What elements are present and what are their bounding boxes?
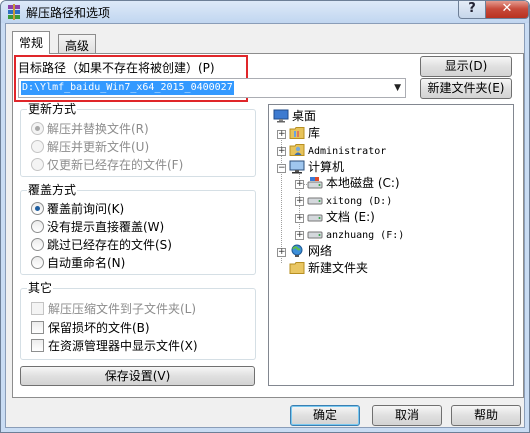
- expand-icon[interactable]: +: [277, 248, 286, 257]
- misc-title: 其它: [27, 281, 54, 295]
- misc-option-keep-broken-label: 保留损坏的文件(B): [48, 321, 150, 335]
- destination-path-value[interactable]: D:\Ylmf_baidu_Win7_x64_2015_0400027: [21, 81, 234, 95]
- update-mode-title: 更新方式: [27, 102, 78, 116]
- drive-icon: [307, 210, 323, 224]
- tree-node-administrator[interactable]: Administrator: [289, 142, 386, 159]
- expand-icon[interactable]: +: [295, 231, 304, 240]
- folder-icon: [289, 261, 305, 275]
- radio-icon[interactable]: [31, 158, 44, 171]
- tree-node-administrator-label: Administrator: [308, 146, 387, 157]
- tab-advanced[interactable]: 高级: [58, 34, 97, 54]
- tree-node-library[interactable]: 库: [289, 125, 320, 142]
- checkbox-icon[interactable]: [31, 321, 44, 334]
- close-button[interactable]: ✕: [485, 1, 529, 19]
- update-option-replace[interactable]: 解压并替换文件(R): [31, 121, 149, 137]
- overwrite-option-overwrite-label: 没有提示直接覆盖(W): [47, 220, 165, 234]
- misc-group: 其它 解压压缩文件到子文件夹(L) 保留损坏的文件(B) 在资源管理器中显示文件…: [20, 281, 256, 360]
- radio-icon[interactable]: [31, 220, 44, 233]
- question-icon: ?: [468, 1, 476, 16]
- tree-node-new-folder-label: 新建文件夹: [308, 261, 369, 275]
- tree-node-new-folder[interactable]: 新建文件夹: [289, 260, 368, 277]
- ok-button[interactable]: 确定: [290, 405, 360, 426]
- update-option-existing-label: 仅更新已经存在的文件(F): [47, 158, 184, 172]
- save-settings-button[interactable]: 保存设置(V): [20, 366, 255, 386]
- user-folder-icon: [289, 143, 305, 157]
- tree-node-drive-f-label: anzhuang (F:): [326, 230, 405, 241]
- expand-icon[interactable]: +: [277, 147, 286, 156]
- title-bar: 解压路径和选项 ? ✕: [1, 1, 529, 23]
- radio-icon[interactable]: [31, 256, 44, 269]
- misc-option-subfolder[interactable]: 解压压缩文件到子文件夹(L): [31, 301, 196, 317]
- checkbox-icon[interactable]: [31, 302, 44, 315]
- radio-icon[interactable]: [31, 140, 44, 153]
- overwrite-option-ask[interactable]: 覆盖前询问(K): [31, 201, 124, 217]
- tree-node-computer-label: 计算机: [308, 160, 345, 174]
- system-drive-icon: [307, 176, 323, 190]
- network-icon: [289, 244, 305, 258]
- tree-node-drive-d[interactable]: xitong (D:): [307, 192, 392, 209]
- close-icon: ✕: [501, 1, 513, 16]
- drive-icon: [307, 193, 323, 207]
- misc-option-subfolder-label: 解压压缩文件到子文件夹(L): [48, 302, 197, 316]
- update-option-replace-label: 解压并替换文件(R): [47, 122, 149, 136]
- destination-label: 目标路径（如果不存在将被创建）(P): [18, 61, 215, 75]
- overwrite-mode-title: 覆盖方式: [27, 183, 78, 197]
- tree-node-drive-e-label: 文档 (E:): [326, 210, 375, 224]
- drive-icon: [307, 227, 323, 241]
- show-button[interactable]: 显示(D): [420, 56, 512, 77]
- overwrite-option-rename[interactable]: 自动重命名(N): [31, 255, 125, 271]
- overwrite-mode-group: 覆盖方式 覆盖前询问(K) 没有提示直接覆盖(W) 跳过已经存在的文件(S) 自…: [20, 183, 256, 275]
- dropdown-arrow-icon[interactable]: ▼: [394, 83, 401, 93]
- update-mode-group: 更新方式 解压并替换文件(R) 解压并更新文件(U) 仅更新已经存在的文件(F): [20, 102, 256, 177]
- tree-node-drive-c-label: 本地磁盘 (C:): [326, 176, 400, 190]
- tab-general[interactable]: 常规: [12, 31, 51, 54]
- library-icon: [289, 126, 305, 140]
- overwrite-option-rename-label: 自动重命名(N): [47, 256, 126, 270]
- computer-icon: [289, 160, 305, 174]
- winrar-icon: [8, 4, 20, 20]
- expand-icon[interactable]: +: [295, 180, 304, 189]
- misc-option-keep-broken[interactable]: 保留损坏的文件(B): [31, 320, 150, 336]
- expand-icon[interactable]: +: [295, 197, 304, 206]
- expand-icon[interactable]: +: [277, 130, 286, 139]
- destination-path-combobox[interactable]: D:\Ylmf_baidu_Win7_x64_2015_0400027 ▼: [18, 78, 406, 98]
- update-option-update[interactable]: 解压并更新文件(U): [31, 139, 149, 155]
- folder-tree[interactable]: 桌面 + 库 + Administrator − 计算机 + 本地磁盘 (C:)…: [268, 104, 514, 386]
- collapse-icon[interactable]: −: [277, 164, 286, 173]
- tree-node-network[interactable]: 网络: [289, 243, 332, 260]
- tree-node-desktop[interactable]: 桌面: [273, 108, 316, 125]
- tree-node-desktop-label: 桌面: [292, 109, 317, 123]
- tree-node-computer[interactable]: 计算机: [289, 159, 344, 176]
- update-option-existing[interactable]: 仅更新已经存在的文件(F): [31, 157, 183, 173]
- tree-node-library-label: 库: [308, 126, 321, 140]
- misc-option-show-explorer[interactable]: 在资源管理器中显示文件(X): [31, 338, 198, 354]
- tree-node-network-label: 网络: [308, 244, 333, 258]
- misc-option-show-explorer-label: 在资源管理器中显示文件(X): [48, 339, 198, 353]
- radio-icon[interactable]: [31, 122, 44, 135]
- expand-icon[interactable]: +: [295, 214, 304, 223]
- radio-icon[interactable]: [31, 202, 44, 215]
- window-title: 解压路径和选项: [26, 6, 111, 20]
- overwrite-option-skip-label: 跳过已经存在的文件(S): [47, 238, 172, 252]
- tree-node-drive-e[interactable]: 文档 (E:): [307, 209, 375, 226]
- overwrite-option-ask-label: 覆盖前询问(K): [47, 202, 125, 216]
- tree-node-drive-d-label: xitong (D:): [326, 196, 393, 207]
- overwrite-option-overwrite[interactable]: 没有提示直接覆盖(W): [31, 219, 164, 235]
- cancel-button[interactable]: 取消: [372, 405, 442, 426]
- help-button[interactable]: 帮助: [451, 405, 521, 426]
- help-title-button[interactable]: ?: [458, 1, 486, 19]
- desktop-icon: [273, 109, 289, 123]
- checkbox-icon[interactable]: [31, 339, 44, 352]
- update-option-update-label: 解压并更新文件(U): [47, 140, 150, 154]
- tree-node-drive-f[interactable]: anzhuang (F:): [307, 226, 404, 243]
- radio-icon[interactable]: [31, 238, 44, 251]
- tree-node-drive-c[interactable]: 本地磁盘 (C:): [307, 175, 400, 192]
- overwrite-option-skip[interactable]: 跳过已经存在的文件(S): [31, 237, 172, 253]
- new-folder-button[interactable]: 新建文件夹(E): [420, 78, 512, 99]
